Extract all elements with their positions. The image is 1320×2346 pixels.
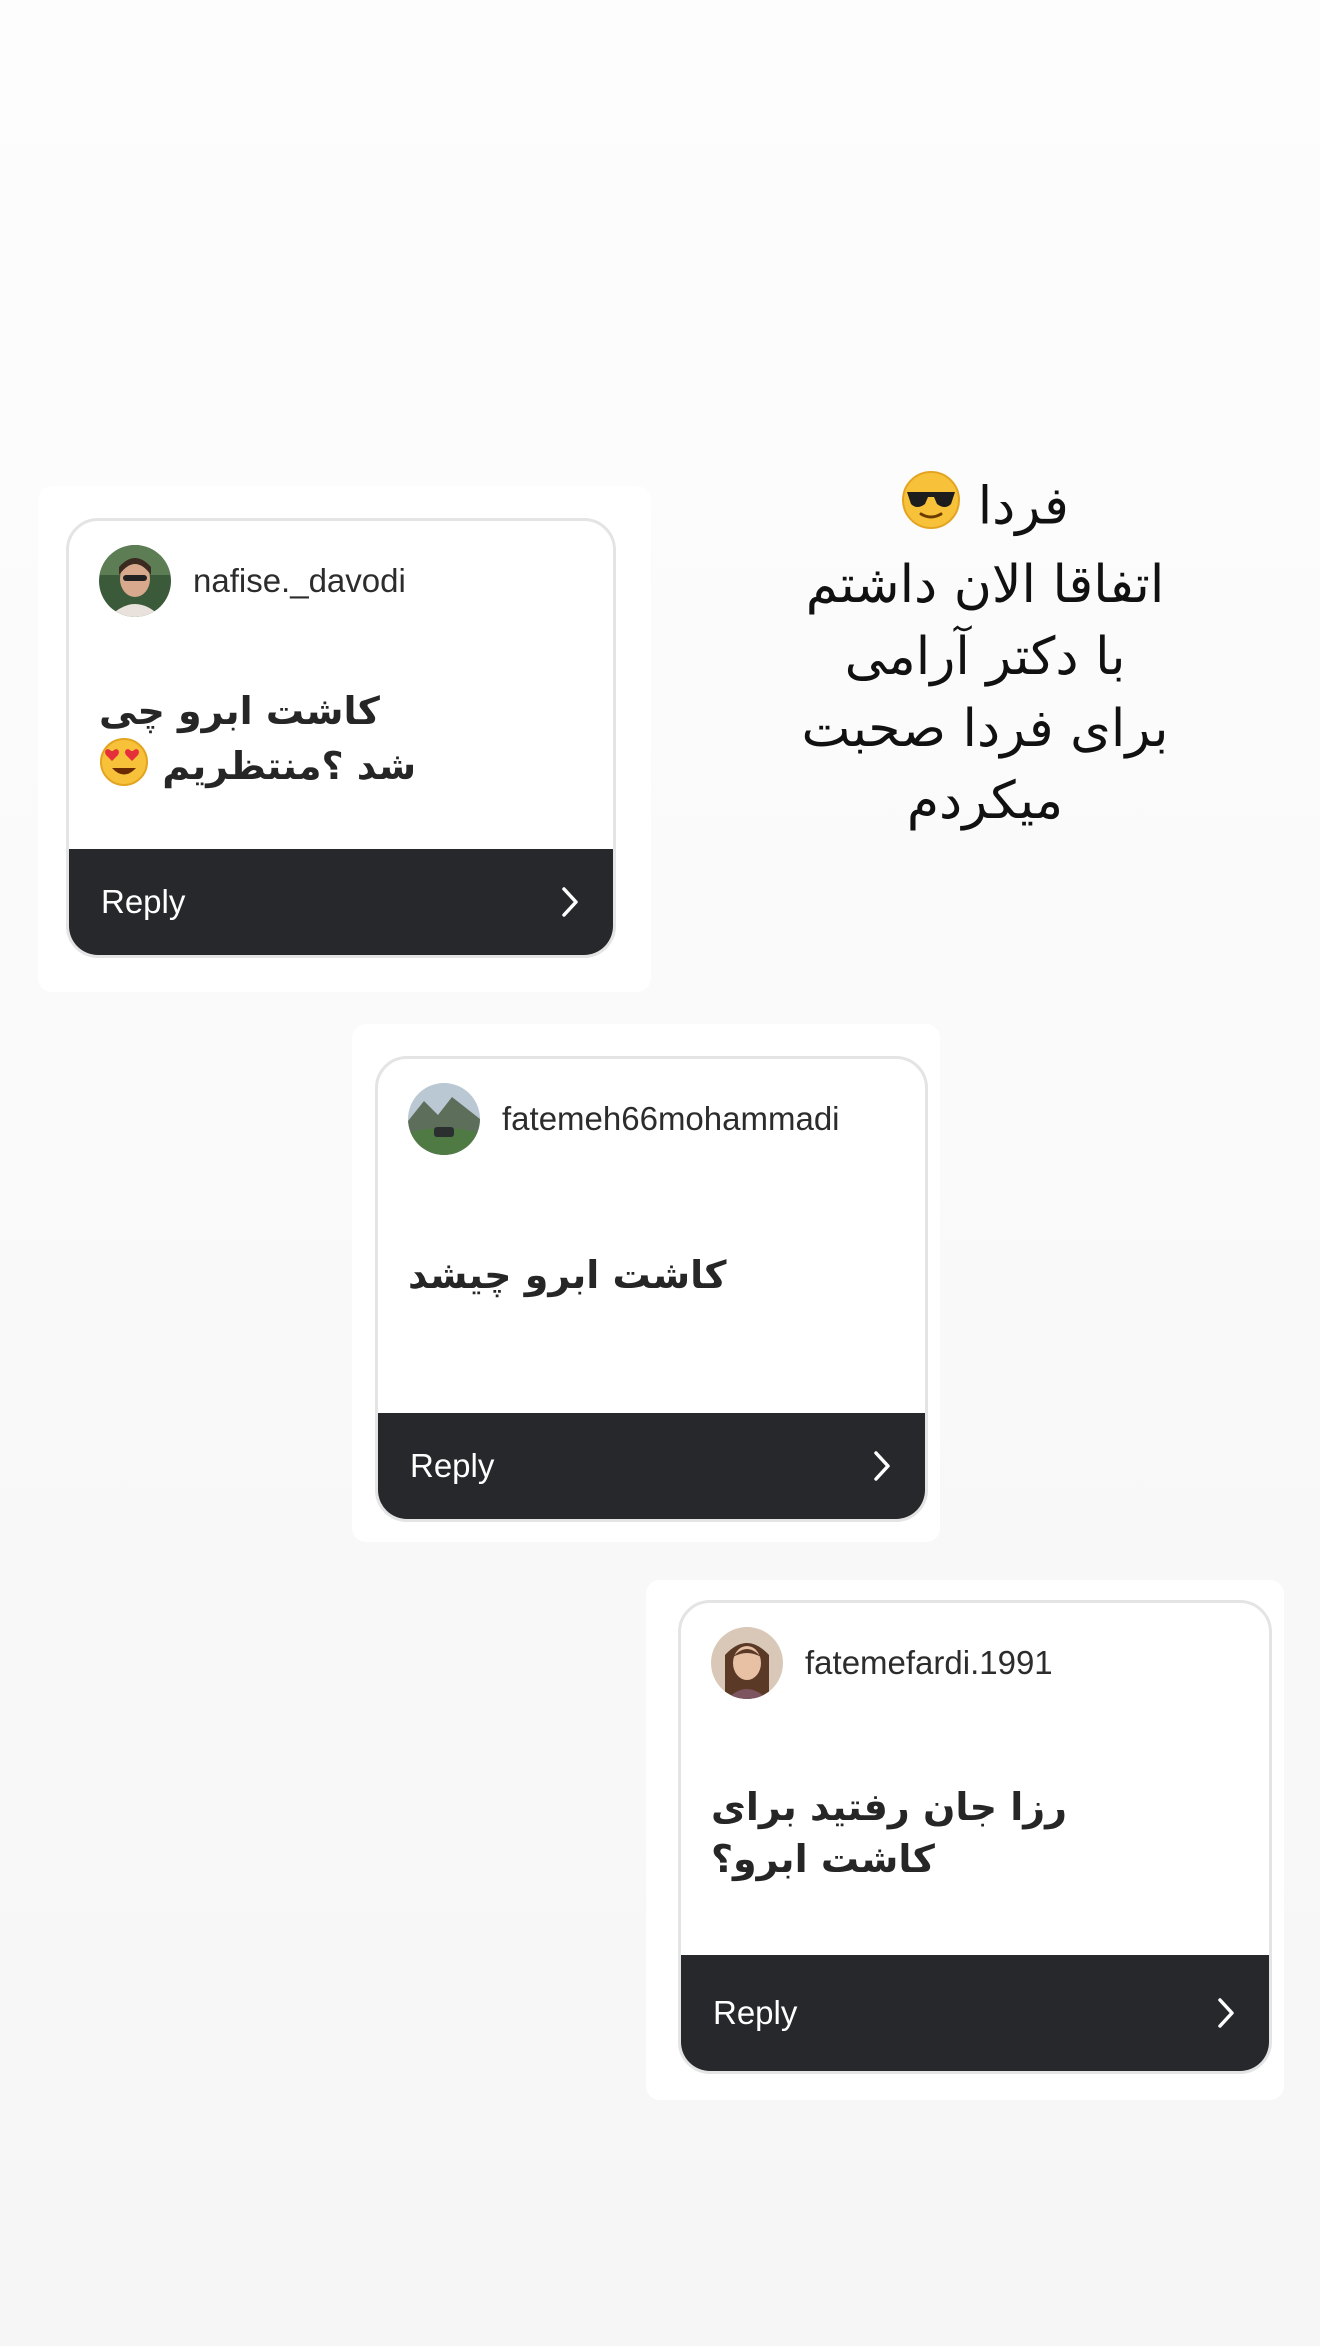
story-caption: فردا اتفاقا الان داشتم با دکتر آرامی برا…	[760, 470, 1210, 837]
reply-button[interactable]: Reply	[69, 849, 613, 955]
chevron-right-icon	[871, 1450, 893, 1482]
question-line-1: رزا جان رفتید برای	[711, 1785, 1068, 1829]
question-line-2-text: شد ؟منتظریم	[162, 744, 417, 788]
caption-line-3: با دکتر آرامی	[844, 627, 1126, 687]
question-line-2: کاشت ابرو؟	[711, 1837, 935, 1881]
caption-line-4: برای فردا صحبت	[801, 699, 1169, 759]
caption-line-1: فردا	[760, 470, 1210, 549]
sunglasses-face-icon	[901, 470, 961, 549]
sticker-question-text: رزا جان رفتید برای کاشت ابرو؟	[711, 1781, 1067, 1885]
sticker-username: fatemefardi.1991	[805, 1644, 1053, 1681]
sticker-question-text: کاشت ابرو چیشد	[408, 1249, 727, 1301]
reply-button[interactable]: Reply	[681, 1955, 1269, 2071]
reply-label: Reply	[101, 883, 186, 920]
question-sticker-1[interactable]: nafise._davodi کاشت ابرو چی شد ؟منتظریم …	[38, 486, 651, 992]
question-line-1: کاشت ابرو چی	[99, 689, 380, 733]
heart-eyes-icon	[99, 737, 149, 800]
sticker-header: nafise._davodi	[99, 543, 406, 619]
reply-label: Reply	[713, 1994, 798, 2031]
sticker-header: fatemeh66mohammadi	[408, 1081, 840, 1157]
avatar	[711, 1627, 783, 1699]
reply-button[interactable]: Reply	[378, 1413, 925, 1519]
avatar	[99, 545, 171, 617]
reply-label: Reply	[410, 1447, 495, 1484]
sticker-username: fatemeh66mohammadi	[502, 1100, 840, 1137]
chevron-right-icon	[559, 886, 581, 918]
sticker-header: fatemefardi.1991	[711, 1625, 1053, 1701]
sticker-username: nafise._davodi	[193, 562, 406, 599]
sticker-question-text: کاشت ابرو چی شد ؟منتظریم	[99, 685, 416, 800]
avatar	[408, 1083, 480, 1155]
question-sticker-2[interactable]: fatemeh66mohammadi کاشت ابرو چیشد Reply	[352, 1024, 940, 1542]
caption-line-1-text: فردا	[977, 476, 1069, 537]
caption-line-2: اتفاقا الان داشتم	[805, 555, 1165, 615]
chevron-right-icon	[1215, 1997, 1237, 2029]
question-sticker-card: nafise._davodi کاشت ابرو چی شد ؟منتظریم …	[66, 518, 616, 958]
question-sticker-3[interactable]: fatemefardi.1991 رزا جان رفتید برای کاشت…	[646, 1580, 1284, 2100]
caption-line-5: میکردم	[906, 771, 1064, 831]
question-line-2: شد ؟منتظریم	[99, 737, 416, 800]
question-line-1: کاشت ابرو چیشد	[408, 1253, 727, 1297]
question-sticker-card: fatemeh66mohammadi کاشت ابرو چیشد Reply	[375, 1056, 928, 1522]
question-sticker-card: fatemefardi.1991 رزا جان رفتید برای کاشت…	[678, 1600, 1272, 2074]
